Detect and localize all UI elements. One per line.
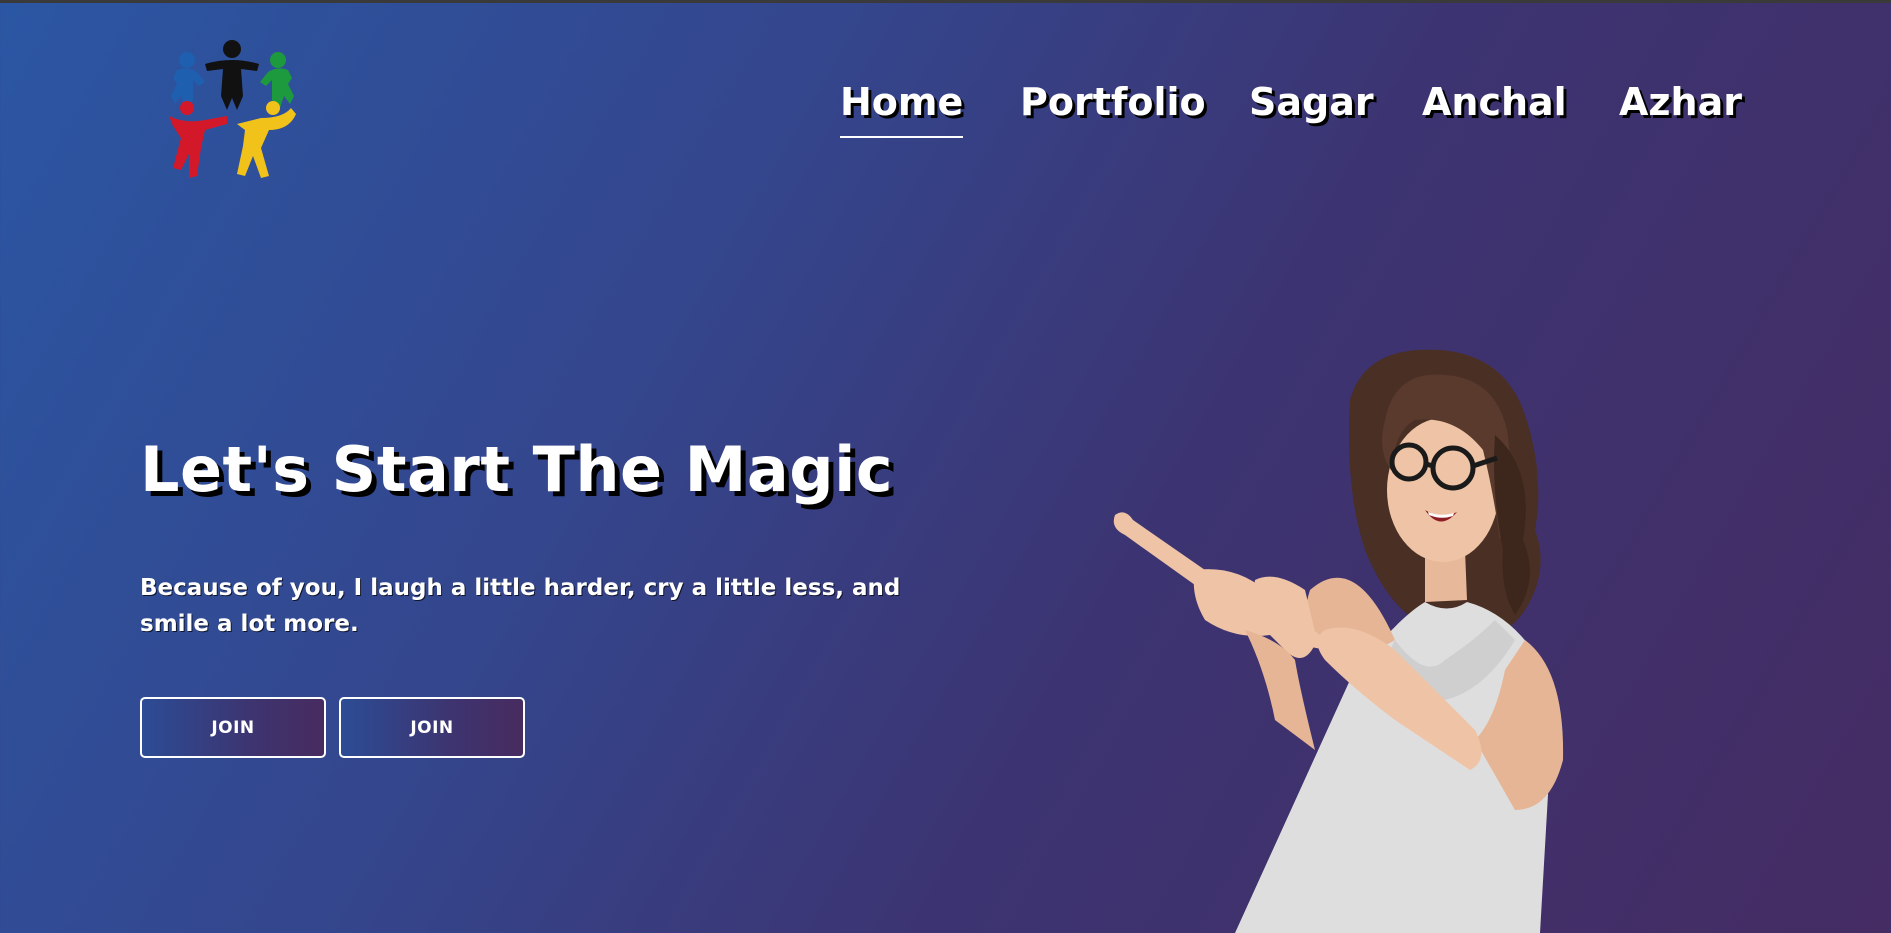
hero-subtitle: Because of you, I laugh a little harder,… xyxy=(140,575,901,637)
join-button-1[interactable]: JOIN xyxy=(140,697,326,758)
nav-home[interactable]: Home xyxy=(840,78,964,138)
hero-title: Let's Start The Magic xyxy=(140,433,894,506)
main-nav: Home Portfolio Sagar Anchal Azhar xyxy=(0,78,1891,138)
top-border xyxy=(0,0,1891,3)
nav-azhar[interactable]: Azhar xyxy=(1619,78,1742,126)
nav-sagar[interactable]: Sagar xyxy=(1249,78,1374,126)
woman-pointing-left-image xyxy=(1095,340,1655,933)
nav-portfolio[interactable]: Portfolio xyxy=(1020,78,1206,126)
join-button-2[interactable]: JOIN xyxy=(339,697,525,758)
nav-anchal[interactable]: Anchal xyxy=(1422,78,1567,126)
